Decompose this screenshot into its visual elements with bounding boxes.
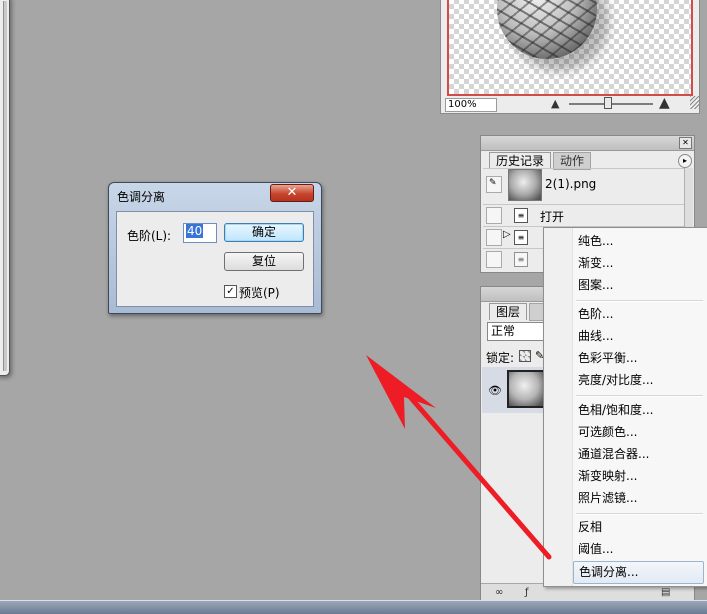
red-arrow-annotation [366, 355, 552, 560]
taskbar-strip [0, 600, 707, 614]
arrow-shaft [395, 380, 552, 560]
